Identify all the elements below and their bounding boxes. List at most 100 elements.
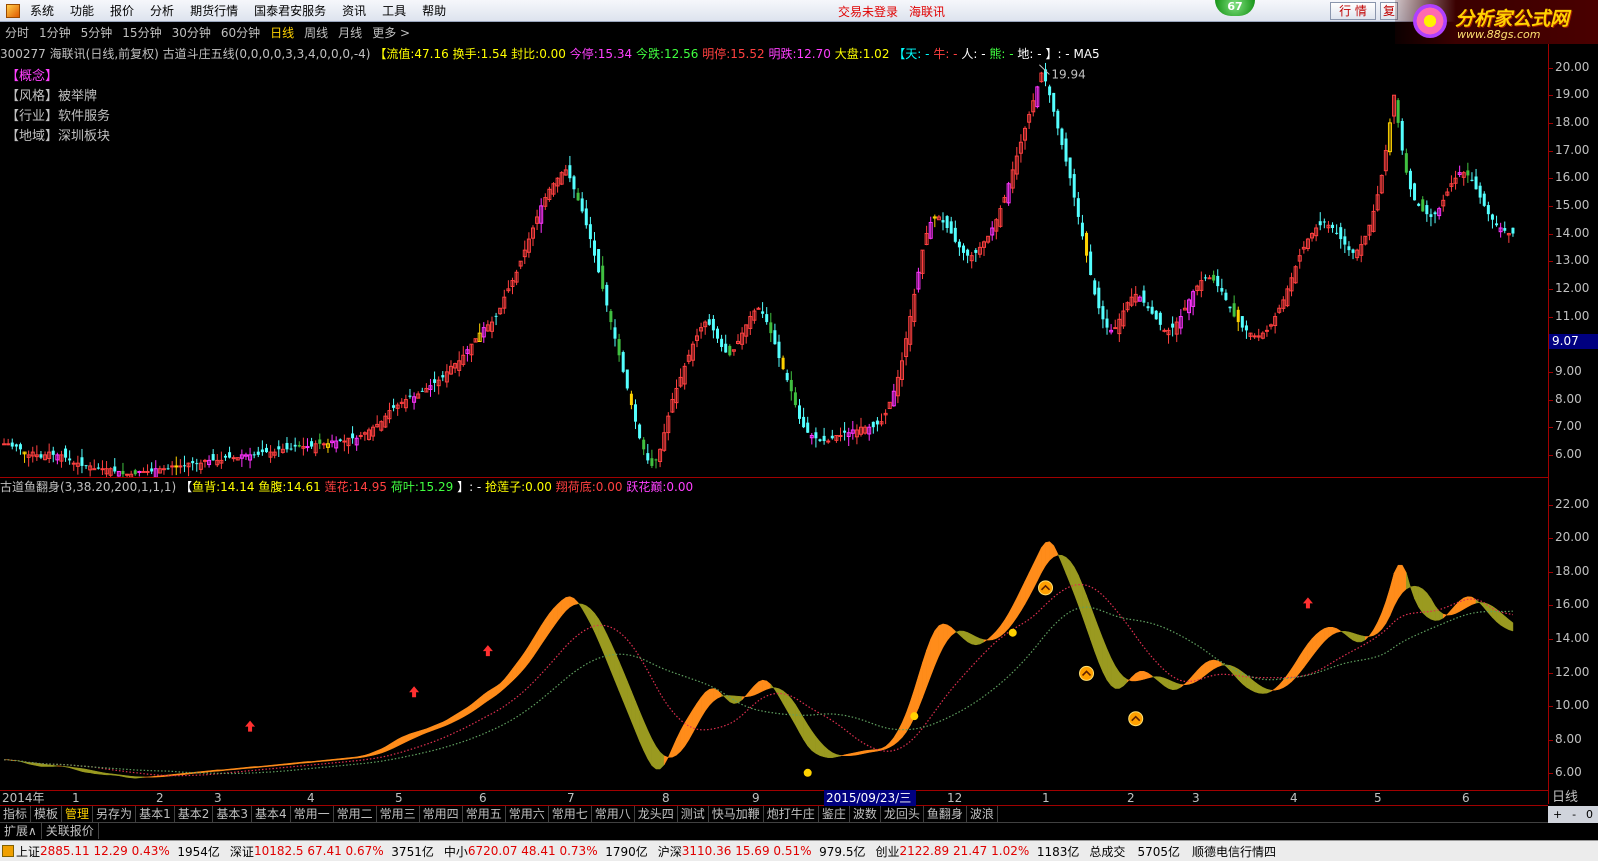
- indicator-tab[interactable]: 常用二: [334, 806, 377, 822]
- indicator-tab[interactable]: 波数: [850, 806, 881, 822]
- market-status-bar: 上证 2885.11 12.29 0.43% 1954亿 深证 10182.5 67.…: [0, 840, 1598, 861]
- expand-button[interactable]: 扩展∧: [0, 823, 42, 839]
- indicator-tab[interactable]: 基本1: [136, 806, 175, 822]
- indicator-tab[interactable]: 常用六: [506, 806, 549, 822]
- fish-band-segment: [1032, 555, 1038, 590]
- period-5min[interactable]: 5分钟: [76, 23, 118, 43]
- fish-band-segment: [1000, 619, 1005, 637]
- candle-body: [39, 454, 43, 458]
- login-status[interactable]: 交易未登录: [838, 3, 898, 20]
- menu-broker-service[interactable]: 国泰君安服务: [246, 0, 334, 22]
- fish-band-segment: [996, 625, 1001, 639]
- indicator-tab[interactable]: 常用一: [291, 806, 334, 822]
- fish-band-segment: [844, 753, 849, 757]
- index-quote[interactable]: 沪深 3110.36 15.69 0.51% 979.5亿: [658, 843, 866, 860]
- zoom-in-button[interactable]: +: [1553, 806, 1562, 823]
- indicator-tab[interactable]: 另存为: [93, 806, 137, 822]
- fish-band-segment: [573, 597, 579, 606]
- zoom-out-button[interactable]: -: [1572, 806, 1576, 823]
- candle-body: [1490, 214, 1494, 220]
- period-monthly[interactable]: 月线: [333, 23, 367, 43]
- indicator-tab[interactable]: 基本4: [252, 806, 291, 822]
- quote-button[interactable]: 行 情: [1330, 2, 1376, 20]
- candle-body: [228, 452, 232, 458]
- fish-band-segment: [389, 741, 394, 751]
- menu-help[interactable]: 帮助: [414, 0, 454, 22]
- menu-futures[interactable]: 期货行情: [182, 0, 246, 22]
- index-quote[interactable]: 深证 10182.5 67.41 0.67% 3751亿: [230, 843, 434, 860]
- price-axis-label: 17.00: [1555, 142, 1590, 157]
- candle-body: [231, 457, 236, 460]
- candle-body: [305, 446, 310, 449]
- indicator-tab[interactable]: 基本3: [213, 806, 252, 822]
- period-intraday[interactable]: 分时: [0, 23, 34, 43]
- menu-quote[interactable]: 报价: [102, 0, 142, 22]
- menu-function[interactable]: 功能: [62, 0, 102, 22]
- related-quote-button[interactable]: 关联报价: [42, 823, 99, 839]
- fish-band-segment: [1139, 671, 1145, 681]
- menu-news[interactable]: 资讯: [334, 0, 374, 22]
- candle-body: [68, 458, 72, 461]
- period-15min[interactable]: 15分钟: [117, 23, 166, 43]
- up-arrow-signal-icon: [245, 720, 256, 732]
- indicator-tab[interactable]: 龙回头: [881, 806, 924, 822]
- index-quote[interactable]: 中小 6720.07 48.41 0.73% 1790亿: [444, 843, 648, 860]
- indicator-tab[interactable]: 常用四: [420, 806, 463, 822]
- menu-analysis[interactable]: 分析: [142, 0, 182, 22]
- indicator-tab[interactable]: 快马加鞭: [709, 806, 764, 822]
- indicator-tab[interactable]: 龙头四: [635, 806, 678, 822]
- candle-body: [617, 339, 621, 356]
- period-60min[interactable]: 60分钟: [216, 23, 265, 43]
- fish-band-segment: [1098, 628, 1104, 673]
- indicator-tab[interactable]: 炮打牛庄: [764, 806, 819, 822]
- indicator-tab[interactable]: 基本2: [175, 806, 214, 822]
- indicator-tab[interactable]: 指标: [0, 806, 32, 822]
- fish-band-segment: [606, 634, 612, 671]
- indicator-tab[interactable]: 鉴庄: [819, 806, 850, 822]
- indicator-tab[interactable]: 管理: [62, 806, 94, 822]
- period-more[interactable]: 更多 >: [367, 23, 415, 43]
- fish-band-segment: [1262, 686, 1268, 694]
- fish-band-segment: [1291, 661, 1296, 683]
- fish-band-segment: [750, 684, 755, 697]
- period-daily[interactable]: 日线: [265, 23, 299, 43]
- indicator-tab[interactable]: 常用三: [377, 806, 420, 822]
- fish-band-segment: [926, 638, 931, 688]
- fish-band-segment: [151, 775, 157, 778]
- indicator-chart[interactable]: [0, 488, 1548, 790]
- candle-body: [650, 458, 654, 466]
- candle-body: [1252, 335, 1257, 338]
- indicator-tab[interactable]: 常用五: [463, 806, 506, 822]
- candle-body: [252, 454, 256, 456]
- menu-system[interactable]: 系统: [22, 0, 62, 22]
- period-30min[interactable]: 30分钟: [167, 23, 216, 43]
- index-quote[interactable]: 创业 2122.89 21.47 1.02% 1183亿: [876, 843, 1080, 860]
- candle-body: [966, 249, 970, 256]
- index-change: 12.29: [89, 844, 128, 858]
- zoom-reset-button[interactable]: 0: [1586, 806, 1593, 823]
- menu-tools[interactable]: 工具: [374, 0, 414, 22]
- index-quote[interactable]: 上证 2885.11 12.29 0.43% 1954亿: [0, 843, 220, 860]
- indicator-axis-label: 22.00: [1555, 496, 1590, 511]
- candle-body: [806, 422, 810, 433]
- period-1min[interactable]: 1分钟: [34, 23, 76, 43]
- main-indicator-name[interactable]: 古道斗庄五线(0,0,0,0,3,3,4,0,0,0,-4): [163, 47, 371, 61]
- period-weekly[interactable]: 周线: [299, 23, 333, 43]
- indicator-tab[interactable]: 常用七: [549, 806, 592, 822]
- fish-band-segment: [1307, 637, 1313, 663]
- indicator-tab[interactable]: 波浪: [967, 806, 998, 822]
- indicator-tab[interactable]: 鱼翻身: [924, 806, 967, 822]
- fish-band-segment: [1467, 596, 1473, 608]
- candle-body: [576, 192, 580, 201]
- candle-body: [843, 430, 847, 433]
- fish-band-segment: [1201, 662, 1206, 679]
- fish-band-segment: [1045, 541, 1050, 567]
- fish-band-segment: [1008, 605, 1013, 630]
- candle-body: [433, 379, 437, 383]
- candlestick-chart[interactable]: 19.944.93: [0, 62, 1548, 477]
- indicator-tab[interactable]: 模板: [31, 806, 63, 822]
- candle-body: [838, 435, 843, 437]
- indicator-tab[interactable]: 常用八: [592, 806, 635, 822]
- candle-body: [100, 468, 105, 471]
- indicator-tab[interactable]: 测试: [678, 806, 709, 822]
